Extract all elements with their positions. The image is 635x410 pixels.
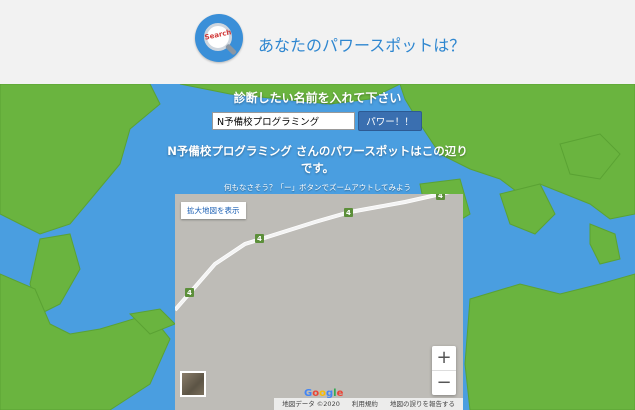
report-error-link[interactable]: 地図の誤りを報告する xyxy=(390,400,455,408)
route-shield-icon: 4 xyxy=(255,234,264,243)
svg-text:4: 4 xyxy=(346,209,351,217)
route-shield-icon: 4 xyxy=(436,194,445,200)
zoom-control: + − xyxy=(432,346,456,395)
svg-text:4: 4 xyxy=(438,194,443,200)
svg-text:4: 4 xyxy=(257,235,262,243)
map-terrain: 4 4 4 4 xyxy=(175,194,463,410)
map-data-credit: 地図データ ©2020 xyxy=(282,400,340,408)
satellite-toggle-thumbnail[interactable] xyxy=(180,371,206,397)
zoom-hint: 何もなさそう？「ー」ボタンでズームアウトしてみよう xyxy=(223,183,412,192)
name-prompt: 診断したい名前を入れて下さい xyxy=(233,91,402,105)
result-text: N予備校プログラミング さんのパワースポットはこの辺り です。 xyxy=(0,143,635,177)
svg-text:4: 4 xyxy=(187,289,192,297)
terms-link[interactable]: 利用規約 xyxy=(352,400,378,408)
result-line-2: です。 xyxy=(300,161,335,175)
name-input[interactable] xyxy=(212,112,355,130)
power-button[interactable]: パワー！！ xyxy=(358,111,422,131)
zoom-out-button[interactable]: − xyxy=(432,371,456,395)
search-logo-icon: Search xyxy=(195,14,243,62)
map-footer: 地図データ ©2020 利用規約 地図の誤りを報告する xyxy=(274,398,463,410)
enlarge-map-button[interactable]: 拡大地図を表示 xyxy=(181,202,246,219)
result-line-1: N予備校プログラミング さんのパワースポットはこの辺り xyxy=(167,144,468,158)
route-shield-icon: 4 xyxy=(344,208,353,217)
route-shield-icon: 4 xyxy=(185,288,194,297)
page-title: あなたのパワースポットは？ xyxy=(258,36,466,55)
header-bar: Search あなたのパワースポットは？ xyxy=(0,0,635,84)
magnifier-handle xyxy=(224,43,238,56)
zoom-in-button[interactable]: + xyxy=(432,346,456,371)
google-map[interactable]: 4 4 4 4 拡大地図を表示 + − Google 地図データ ©2020 利… xyxy=(175,194,463,410)
